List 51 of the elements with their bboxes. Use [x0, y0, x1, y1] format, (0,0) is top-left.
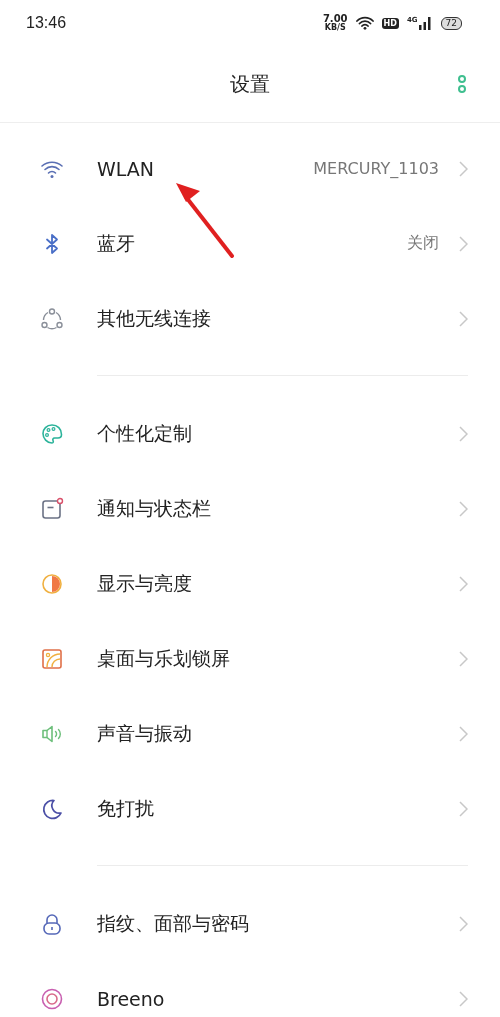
chevron-icon: [459, 160, 468, 177]
settings-item[interactable]: WLAN MERCURY_1103: [0, 131, 500, 206]
item-label: 通知与状态栏: [97, 495, 212, 521]
settings-item[interactable]: 个性化定制: [0, 396, 500, 471]
item-label: 显示与亮度: [97, 570, 193, 596]
target-icon: [40, 986, 64, 1011]
signal-icon: [418, 16, 433, 30]
page-title: 设置: [230, 70, 270, 98]
chevron-icon: [459, 990, 468, 1007]
chevron-icon: [459, 575, 468, 592]
settings-item[interactable]: 声音与振动: [0, 696, 500, 771]
chevron-icon: [459, 650, 468, 667]
item-value: MERCURY_1103: [313, 159, 439, 178]
chevron-icon: [459, 235, 468, 252]
item-label: 免打扰: [97, 795, 155, 821]
settings-item[interactable]: Breeno: [0, 961, 500, 1017]
settings-item[interactable]: 通知与状态栏: [0, 471, 500, 546]
item-label: 指纹、面部与密码: [97, 910, 250, 936]
settings-item[interactable]: 桌面与乐划锁屏: [0, 621, 500, 696]
chevron-icon: [459, 310, 468, 327]
more-options-icon: [457, 74, 467, 94]
settings-item[interactable]: 指纹、面部与密码: [0, 886, 500, 961]
notification-icon: [40, 496, 64, 521]
clock-time: 13:46: [26, 14, 67, 32]
chevron-icon: [459, 725, 468, 742]
settings-item[interactable]: 免打扰: [0, 771, 500, 846]
chevron-icon: [459, 800, 468, 817]
chevron-icon: [459, 425, 468, 442]
speed-unit: KB/S: [324, 24, 346, 32]
item-label: 个性化定制: [97, 420, 193, 446]
wifi-icon: [355, 16, 374, 30]
item-label: 桌面与乐划锁屏: [97, 645, 231, 671]
battery-level: 72: [440, 16, 462, 30]
chevron-icon: [459, 500, 468, 517]
network-speed: 7.00: [322, 14, 348, 24]
item-label: 蓝牙: [97, 230, 136, 256]
item-label: WLAN: [97, 157, 156, 180]
item-label: 其他无线连接: [97, 305, 212, 331]
item-label: 声音与振动: [97, 720, 193, 746]
brightness-icon: [40, 571, 64, 596]
lock-icon: [40, 911, 64, 936]
settings-item[interactable]: 蓝牙 关闭: [0, 206, 500, 281]
settings-item[interactable]: 其他无线连接: [0, 281, 500, 356]
item-label: Breeno: [97, 987, 166, 1010]
hd-badge: HD: [381, 17, 399, 29]
settings-item[interactable]: 显示与亮度: [0, 546, 500, 621]
palette-icon: [40, 421, 64, 446]
nodes-icon: [40, 306, 64, 331]
chevron-icon: [459, 915, 468, 932]
wallpaper-icon: [40, 646, 64, 671]
item-value: 关闭: [407, 233, 439, 254]
